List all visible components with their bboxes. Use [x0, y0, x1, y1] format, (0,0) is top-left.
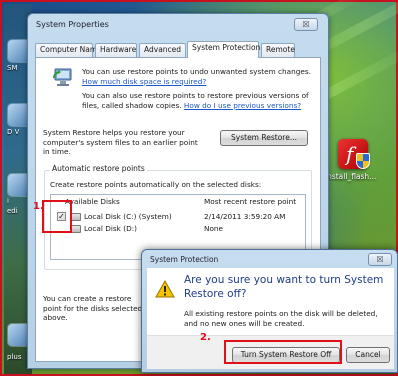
cancel-button[interactable]: Cancel	[346, 347, 390, 363]
disk-name: Local Disk (C:) (System)	[84, 212, 172, 221]
desktop-icon-label: i	[7, 197, 9, 205]
create-restore-point-text: You can create a restore point for the d…	[43, 294, 143, 322]
desktop-icon-label: D V	[7, 128, 20, 136]
disk-space-link[interactable]: How much disk space is required?	[82, 77, 206, 86]
system-restore-button[interactable]: System Restore...	[220, 130, 308, 146]
restore-point-date: 2/14/2011 3:59:20 AM	[204, 212, 286, 221]
dialog-close-button[interactable]: ☒	[368, 253, 392, 266]
tab-advanced[interactable]: Advanced	[139, 43, 186, 57]
group-description: Create restore points automatically on t…	[50, 180, 262, 189]
warning-icon	[155, 280, 175, 298]
tab-computer-name[interactable]: Computer Name	[35, 43, 102, 57]
previous-versions-link[interactable]: How do I use previous versions?	[184, 101, 301, 110]
flash-f-glyph: f	[346, 142, 354, 166]
confirm-detail: All existing restore points on the disk …	[184, 309, 378, 328]
restore-point-date: None	[204, 224, 224, 233]
info-text-1: You can use restore points to undo unwan…	[82, 67, 311, 86]
step-2-label: 2.	[200, 332, 211, 343]
step-2-highlight	[224, 340, 342, 364]
dialog-title: System Protection	[150, 255, 219, 264]
flash-installer-icon[interactable]: f	[338, 139, 370, 169]
info-text-2: You can also use restore points to resto…	[82, 91, 309, 110]
system-restore-description: System Restore helps you restore your co…	[43, 128, 198, 156]
tab-system-protection[interactable]: System Protection	[187, 41, 260, 58]
desktop-icon-label: plus	[7, 353, 22, 361]
group-title: Automatic restore points	[50, 164, 147, 173]
tab-hardware[interactable]: Hardware	[95, 43, 137, 57]
confirm-question: Are you sure you want to turn System Res…	[184, 274, 384, 300]
tab-remote[interactable]: Remote	[261, 43, 295, 57]
flash-installer-label[interactable]: install_flash...	[325, 172, 376, 181]
desktop-icon-label: edi	[7, 207, 18, 215]
close-button[interactable]: ☒	[294, 18, 318, 31]
desktop-icon-label: SM	[7, 64, 18, 72]
system-restore-icon	[53, 68, 72, 86]
window-title: System Properties	[36, 20, 109, 29]
step-1-highlight	[42, 200, 72, 233]
column-header-restore-point[interactable]: Most recent restore point	[204, 197, 296, 206]
column-header-disks[interactable]: Available Disks	[65, 197, 120, 206]
title-bar[interactable]: System Properties ☒	[28, 14, 328, 34]
disk-name: Local Disk (D:)	[84, 224, 137, 233]
uac-shield-icon	[356, 153, 370, 169]
